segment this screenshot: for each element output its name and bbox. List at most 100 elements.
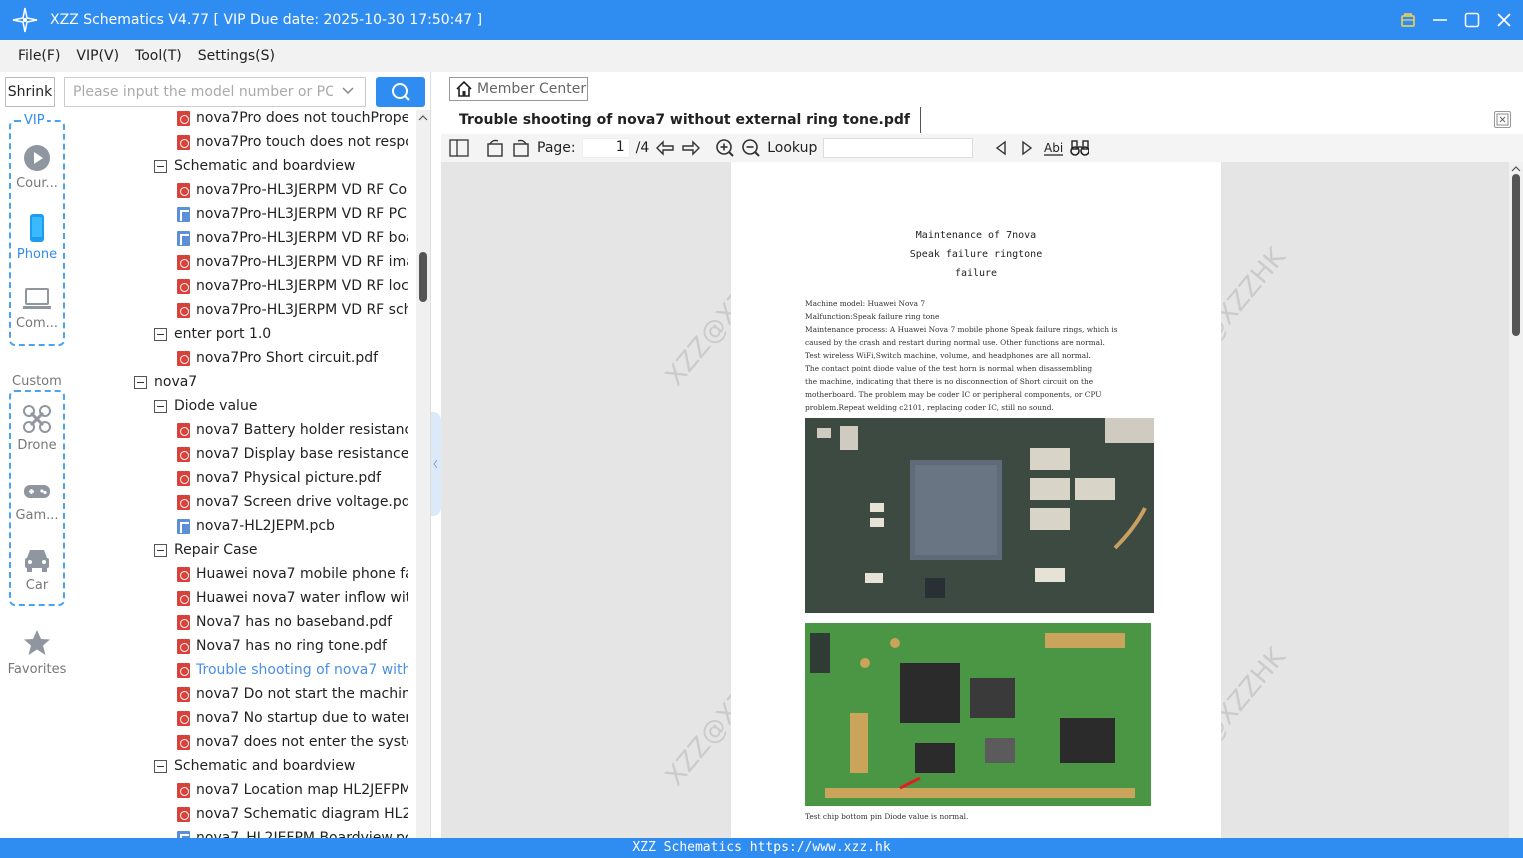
tree-file[interactable]: nova7Pro Short circuit.pdf: [177, 346, 378, 370]
menu-bar: File(F) VIP(V) Tool(T) Settings(S): [0, 40, 1523, 72]
toggle-sidebar-icon[interactable]: [449, 138, 469, 158]
pdf-file-icon: [177, 302, 190, 318]
collapse-toggle-icon[interactable]: [154, 327, 167, 341]
tree-folder[interactable]: Repair Case: [154, 538, 258, 562]
tree-file[interactable]: nova7 Location map HL2JEFPM.: [177, 778, 408, 802]
tree-file[interactable]: nova7 Schematic diagram HL2JE: [177, 802, 408, 826]
rotate-right-icon[interactable]: [511, 138, 531, 158]
viewer-scrollbar[interactable]: [1509, 162, 1523, 838]
tree-file[interactable]: Huawei nova7 mobile phone fails: [177, 562, 408, 586]
tree-folder[interactable]: Diode value: [154, 394, 257, 418]
tree-item-label: Nova7 has no baseband.pdf: [196, 614, 393, 630]
collapse-toggle-icon[interactable]: [154, 543, 167, 557]
tree-file[interactable]: nova7Pro-HL3JERPM VD RF image: [177, 250, 408, 274]
menu-settings[interactable]: Settings(S): [198, 48, 275, 64]
find-previous-icon[interactable]: [991, 138, 1011, 158]
search-button[interactable]: [376, 77, 425, 107]
collapse-toggle-icon[interactable]: [134, 375, 147, 389]
pdf-file-icon: [177, 350, 190, 366]
tree-file[interactable]: nova7 does not enter the system: [177, 730, 408, 754]
tree-file[interactable]: Nova7 has no ring tone.pdf: [177, 634, 387, 658]
tree-item-label: Schematic and boardview: [174, 758, 356, 774]
tree-item-label: nova7 Display base resistance val: [196, 446, 408, 462]
match-case-icon[interactable]: Abi: [1043, 138, 1064, 158]
tree-file[interactable]: Huawei nova7 water inflow witho: [177, 586, 408, 610]
nav-item-favorites[interactable]: Favorites: [0, 628, 74, 677]
tree-file[interactable]: nova7Pro-HL3JERPM VD RF schem: [177, 298, 408, 322]
tree-file[interactable]: nova7Pro touch does not respond: [177, 130, 408, 154]
tree-file[interactable]: nova7 Battery holder resistance: [177, 418, 408, 442]
menu-tool[interactable]: Tool(T): [135, 48, 182, 64]
tree-file[interactable]: nova7Pro-HL3JERPM VD RF board: [177, 226, 408, 250]
tree-file[interactable]: nova7Pro-HL3JERPM VD RF PCB: [177, 202, 408, 226]
nav-item-car[interactable]: Car: [9, 546, 65, 593]
tree-file[interactable]: nova7 Do not start the machine a: [177, 682, 408, 706]
doc-line: Malfunction:Speak failure ring tone: [805, 312, 940, 321]
tree-file[interactable]: nova7Pro-HL3JERPM VD RF locati: [177, 274, 408, 298]
tree-scrollbar[interactable]: [416, 110, 430, 838]
maximize-icon[interactable]: [1463, 11, 1481, 29]
pdf-file-icon: [177, 734, 190, 750]
page-number-input[interactable]: 1: [581, 138, 630, 158]
tree-scroll-thumb[interactable]: [419, 252, 427, 302]
tree-folder[interactable]: Schematic and boardview: [154, 754, 355, 778]
tree-file[interactable]: Trouble shooting of nova7 withou: [177, 658, 408, 682]
previous-page-icon[interactable]: [655, 138, 675, 158]
member-center-button[interactable]: Member Center: [449, 77, 588, 101]
tree-file[interactable]: nova7Pro-HL3JERPM VD RF Comp: [177, 178, 408, 202]
find-next-icon[interactable]: [1017, 138, 1037, 158]
rotate-left-icon[interactable]: [485, 138, 505, 158]
minimize-icon[interactable]: [1431, 11, 1449, 29]
tree-file[interactable]: nova7Pro does not touchPropert: [177, 110, 408, 130]
menu-file[interactable]: File(F): [18, 48, 60, 64]
nav-item-computer[interactable]: Com...: [9, 286, 65, 331]
tree-item-label: Huawei nova7 water inflow witho: [196, 590, 408, 606]
scroll-up-icon[interactable]: [1509, 164, 1523, 174]
title-bar: XZZ Schematics V4.77 [ VIP Due date: 202…: [0, 0, 1523, 40]
tree-file[interactable]: Nova7 has no baseband.pdf: [177, 610, 392, 634]
shrink-button[interactable]: Shrink: [5, 77, 55, 107]
zoom-out-icon[interactable]: [741, 138, 761, 158]
pdf-viewer[interactable]: XZZ@XZZHK XZZ@XZZHK XZZ@XZZHK XZZ@XZZHK …: [441, 162, 1509, 838]
nav-item-courses[interactable]: Cour...: [9, 144, 65, 191]
search-combobox[interactable]: [64, 77, 366, 107]
window-title: XZZ Schematics V4.77 [ VIP Due date: 202…: [50, 12, 483, 28]
nav-item-phone[interactable]: Phone: [9, 213, 65, 262]
viewer-scroll-thumb[interactable]: [1512, 174, 1520, 336]
panel-splitter[interactable]: [430, 72, 441, 838]
vip-bag-icon[interactable]: [1399, 11, 1417, 29]
doc-title-line: Speak failure ringtone: [909, 249, 1043, 260]
tree-file[interactable]: nova7 Physical picture.pdf: [177, 466, 381, 490]
close-tab-icon[interactable]: [1494, 111, 1511, 128]
tree-folder[interactable]: nova7: [134, 370, 197, 394]
tree-file[interactable]: nova7 Display base resistance val: [177, 442, 408, 466]
next-page-icon[interactable]: [681, 138, 701, 158]
collapse-toggle-icon[interactable]: [154, 759, 167, 773]
doc-body: Machine model: Huawei Nova 7 Malfunction…: [805, 297, 1155, 414]
document-tab[interactable]: Trouble shooting of nova7 without extern…: [449, 107, 921, 133]
collapse-handle[interactable]: [431, 412, 441, 516]
chevron-down-icon[interactable]: [341, 84, 355, 102]
tree-item-label: nova7 Do not start the machine a: [196, 686, 408, 702]
collapse-toggle-icon[interactable]: [154, 399, 167, 413]
collapse-toggle-icon[interactable]: [154, 159, 167, 173]
tree-folder[interactable]: enter port 1.0: [154, 322, 271, 346]
tree-folder[interactable]: Schematic and boardview: [154, 154, 355, 178]
search-input[interactable]: [73, 84, 333, 100]
scroll-up-icon[interactable]: [416, 112, 430, 124]
nav-item-drone[interactable]: Drone: [9, 404, 65, 453]
close-icon[interactable]: [1495, 11, 1513, 29]
doc-line: motherboard. The problem may be coder IC…: [805, 390, 1102, 399]
tree-item-label: nova7Pro-HL3JERPM VD RF board: [196, 230, 408, 246]
menu-vip[interactable]: VIP(V): [76, 48, 119, 64]
lookup-input[interactable]: [823, 138, 974, 158]
tree-file[interactable]: nova7_HL2JEFPM Boardview.pcb: [177, 826, 408, 838]
zoom-in-icon[interactable]: [715, 138, 735, 158]
tree-file[interactable]: nova7-HL2JEPM.pcb: [177, 514, 335, 538]
tree-file[interactable]: nova7 Screen drive voltage.pdf: [177, 490, 408, 514]
nav-item-games[interactable]: Gam...: [9, 480, 65, 523]
tree-file[interactable]: nova7 No startup due to water in: [177, 706, 408, 730]
car-icon: [25, 550, 49, 572]
pdf-toolbar: Page: 1 /4 Lookup Abi: [441, 134, 1523, 162]
binoculars-icon[interactable]: [1069, 138, 1090, 158]
